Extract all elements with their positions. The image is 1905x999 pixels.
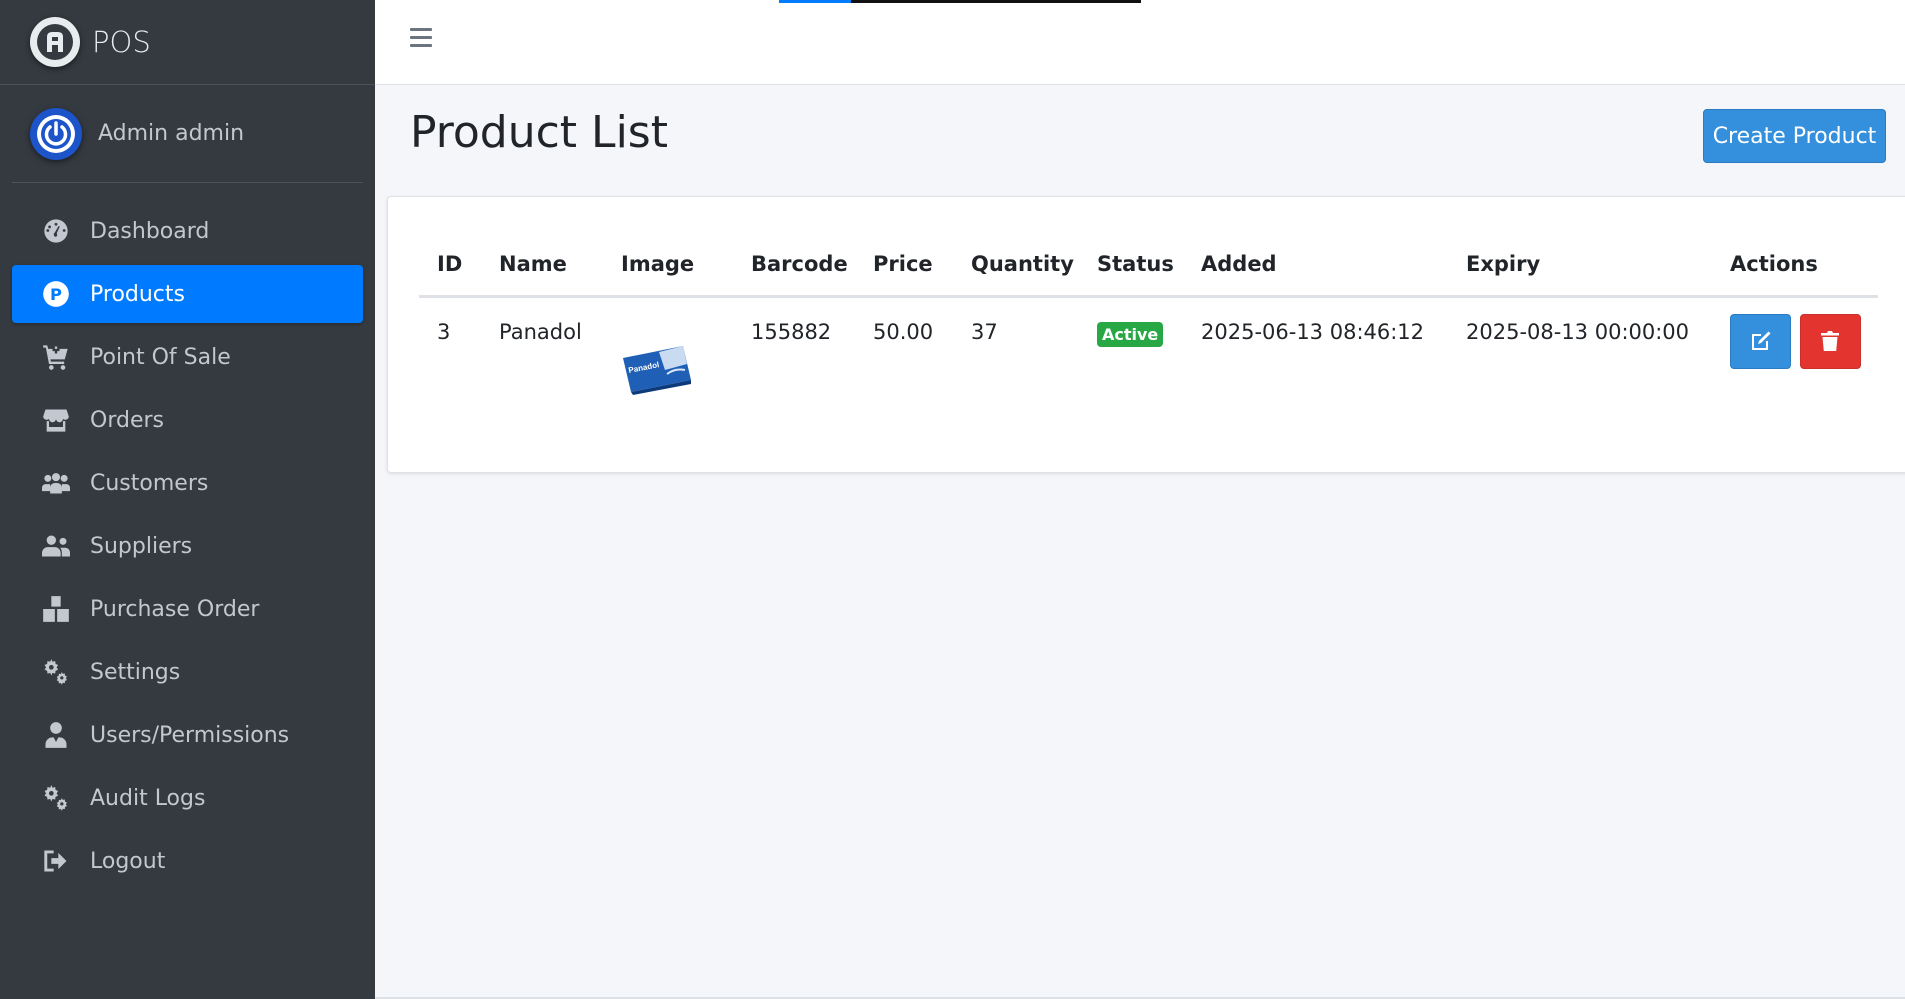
delete-button[interactable] [1799, 313, 1861, 369]
power-avatar-icon [30, 107, 82, 160]
products-badge-letter: P [50, 285, 62, 304]
sidebar-item-label: Logout [90, 848, 166, 874]
sidebar-item-label: Purchase Order [90, 596, 260, 622]
user-friends-icon [40, 530, 72, 562]
column-header-name: Name [481, 233, 603, 298]
create-product-button[interactable]: Create Product [1703, 109, 1886, 163]
sidebar-item-suppliers[interactable]: Suppliers [12, 517, 363, 575]
sidebar-item-label: Dashboard [90, 218, 210, 244]
brand-logo-icon [30, 17, 80, 67]
progress-bar-fill [779, 0, 851, 3]
trash-icon [1821, 331, 1840, 351]
cell-status: Active [1079, 296, 1183, 401]
sidebar-item-settings[interactable]: Settings [12, 643, 363, 701]
table-row: 3 Panadol Panadol 155882 50.00 37 Active [419, 296, 1878, 401]
cell-added: 2025-06-13 08:46:12 [1201, 319, 1425, 344]
boxes-icon [40, 593, 72, 625]
cell-price: 50.00 [873, 319, 934, 344]
sidebar-item-audit-logs[interactable]: Audit Logs [12, 769, 363, 827]
column-header-image: Image [603, 233, 733, 298]
sidebar-item-purchase-order[interactable]: Purchase Order [12, 580, 363, 638]
page-title: Product List [410, 107, 668, 158]
sidebar-item-label: Settings [90, 659, 181, 685]
sidebar-item-label: Suppliers [90, 533, 193, 559]
hamburger-menu-icon[interactable] [410, 28, 432, 50]
column-header-barcode: Barcode [733, 233, 855, 298]
sidebar-item-dashboard[interactable]: Dashboard [12, 202, 363, 260]
users-icon [40, 467, 72, 499]
sidebar-item-label: Orders [90, 407, 164, 433]
product-table: ID Name Image Barcode Price Quantity Sta… [419, 233, 1878, 401]
sidebar-item-label: Audit Logs [90, 785, 206, 811]
sidebar-item-label: Users/Permissions [90, 722, 290, 748]
cogs-icon [40, 656, 72, 688]
sidebar-item-point-of-sale[interactable]: Point Of Sale [12, 328, 363, 386]
store-icon [40, 404, 72, 436]
sidebar-item-users-permissions[interactable]: Users/Permissions [12, 706, 363, 764]
sidebar-item-label: Products [90, 281, 185, 307]
sidebar-item-logout[interactable]: Logout [12, 832, 363, 890]
product-image: Panadol [623, 345, 691, 395]
cogs-icon [40, 782, 72, 814]
products-icon: P [40, 278, 72, 310]
top-navbar [375, 0, 1905, 85]
sidebar-item-label: Customers [90, 470, 209, 496]
sidebar: POS Admin admin Dashboard P Products Poi… [0, 0, 375, 999]
column-header-added: Added [1183, 233, 1448, 298]
sidebar-item-products[interactable]: P Products [12, 265, 363, 323]
column-header-price: Price [855, 233, 953, 298]
edit-button[interactable] [1730, 313, 1791, 369]
column-header-actions: Actions [1712, 233, 1878, 298]
sidebar-item-customers[interactable]: Customers [12, 454, 363, 512]
column-header-id: ID [419, 233, 481, 298]
brand-link[interactable]: POS [0, 0, 375, 85]
column-header-quantity: Quantity [953, 233, 1079, 298]
column-header-expiry: Expiry [1448, 233, 1712, 298]
cell-barcode: 155882 [751, 319, 832, 344]
status-badge: Active [1097, 321, 1164, 347]
cell-id: 3 [437, 319, 451, 344]
table-header-row: ID Name Image Barcode Price Quantity Sta… [419, 233, 1878, 298]
product-table-card: ID Name Image Barcode Price Quantity Sta… [387, 196, 1905, 473]
sidebar-nav: Dashboard P Products Point Of Sale Order… [0, 202, 375, 890]
cell-name: Panadol [499, 319, 582, 344]
user-panel[interactable]: Admin admin [12, 85, 363, 183]
cell-actions [1712, 296, 1878, 401]
edit-icon [1751, 331, 1770, 350]
user-tie-icon [40, 719, 72, 751]
sign-out-icon [40, 845, 72, 877]
cell-image: Panadol [603, 296, 733, 401]
sidebar-item-orders[interactable]: Orders [12, 391, 363, 449]
progress-bar-track [851, 0, 1141, 3]
sidebar-item-label: Point Of Sale [90, 344, 231, 370]
cell-expiry: 2025-08-13 00:00:00 [1466, 319, 1690, 344]
column-header-status: Status [1079, 233, 1183, 298]
dashboard-icon [40, 215, 72, 247]
content-header: Product List Create Product [375, 85, 1905, 195]
user-name: Admin admin [98, 121, 245, 146]
brand-name: POS [92, 25, 151, 59]
cart-plus-icon [40, 341, 72, 373]
cell-quantity: 37 [971, 319, 998, 344]
